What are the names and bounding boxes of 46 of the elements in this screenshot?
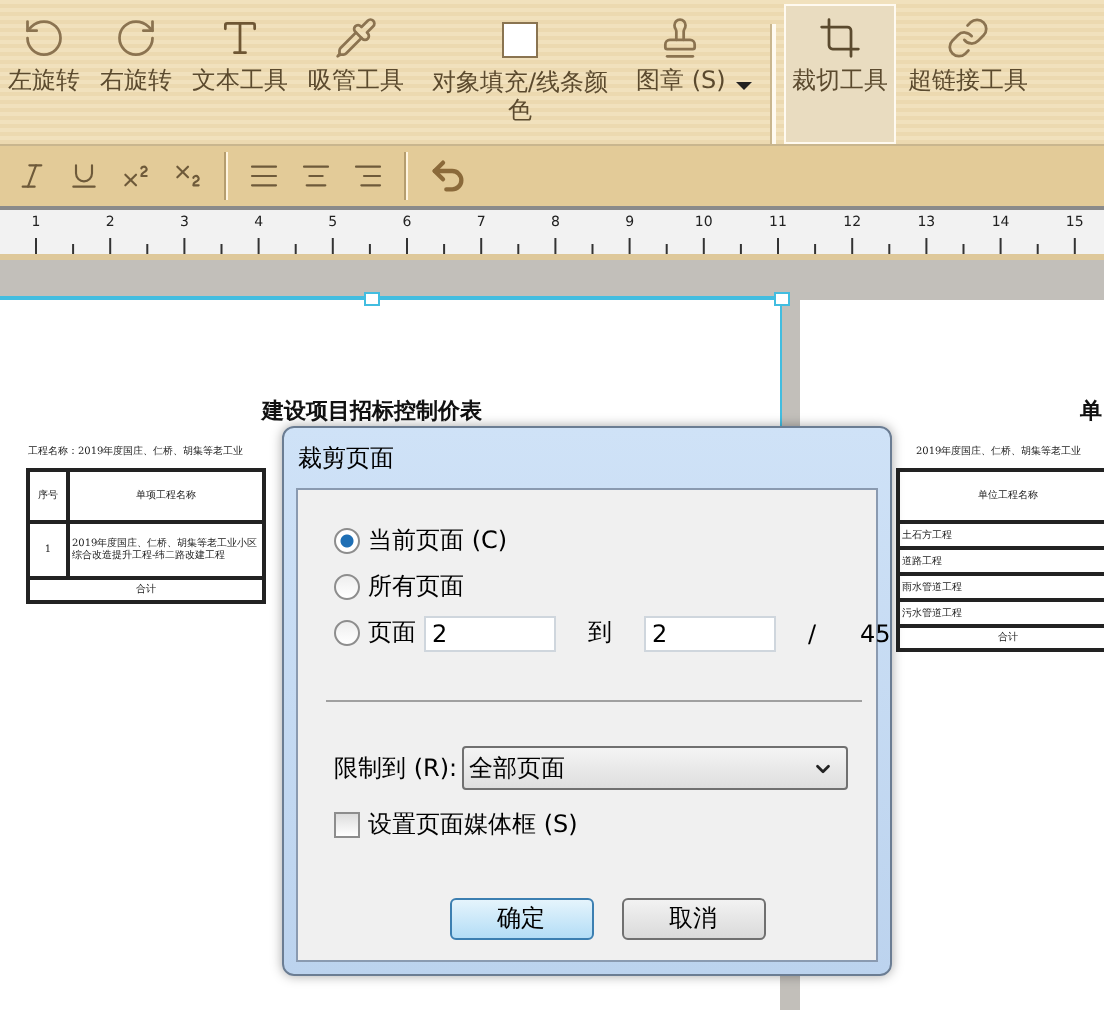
toolbar-button[interactable]: 吸管工具 bbox=[300, 4, 412, 144]
pipette-icon bbox=[334, 16, 378, 60]
radio-button[interactable] bbox=[334, 528, 360, 554]
toolbar-button[interactable]: 对象填充/线条颜色 bbox=[416, 4, 624, 144]
option-label: 当前页面 (C) bbox=[368, 524, 508, 558]
caret-icon[interactable] bbox=[735, 82, 752, 90]
to-label: 到 bbox=[588, 616, 612, 650]
superscript-icon[interactable] bbox=[120, 160, 152, 192]
align-icon[interactable] bbox=[248, 160, 280, 192]
italic-icon[interactable] bbox=[16, 160, 48, 192]
toolbar-button[interactable]: 文本工具 bbox=[184, 4, 296, 144]
limit-dropdown[interactable]: 全部页面 bbox=[461, 746, 848, 790]
dialog-title: 裁剪页面 bbox=[296, 441, 396, 475]
dialog-button[interactable]: 确定 bbox=[449, 898, 593, 940]
selection-handle[interactable] bbox=[774, 292, 790, 306]
option-label: 页面 bbox=[368, 616, 416, 650]
underline-icon[interactable] bbox=[68, 160, 100, 192]
text-icon bbox=[218, 16, 262, 60]
page-count: 45 bbox=[860, 619, 891, 647]
rotate-left-icon bbox=[22, 16, 66, 60]
toolbar-button[interactable]: 左旋转 bbox=[0, 4, 88, 144]
toolbar-button[interactable]: 裁切工具 bbox=[783, 4, 896, 144]
radio-button[interactable] bbox=[334, 620, 360, 646]
dialog-button[interactable]: 取消 bbox=[621, 898, 765, 940]
selection-handle[interactable] bbox=[364, 292, 380, 306]
limit-label: 限制到 (R): bbox=[334, 751, 458, 785]
link-icon bbox=[945, 16, 990, 60]
from-page-field[interactable]: 2 bbox=[424, 615, 556, 651]
checkbox-label: 设置页面媒体框 (S) bbox=[368, 808, 578, 842]
align-center-icon[interactable] bbox=[300, 160, 332, 192]
to-page-field[interactable]: 2 bbox=[644, 615, 776, 651]
slash: / bbox=[808, 619, 817, 647]
radio-button[interactable] bbox=[334, 574, 360, 600]
fill-swatch-icon bbox=[502, 22, 538, 58]
subscript-icon[interactable] bbox=[172, 160, 204, 192]
rotate-right-icon bbox=[114, 16, 158, 60]
toolbar-button[interactable]: 图章 (S) bbox=[628, 4, 734, 144]
document-title: 单 bbox=[1080, 396, 1102, 426]
checkbox[interactable] bbox=[334, 812, 360, 838]
undo-icon[interactable] bbox=[428, 156, 468, 196]
toolbar-button[interactable]: 超链接工具 bbox=[899, 4, 1036, 144]
option-label: 所有页面 bbox=[368, 570, 464, 604]
toolbar-button[interactable]: 右旋转 bbox=[92, 4, 180, 144]
crop-icon bbox=[817, 16, 862, 60]
align-right-icon[interactable] bbox=[352, 160, 384, 192]
document-title: 建设项目招标控制价表 bbox=[262, 396, 482, 426]
